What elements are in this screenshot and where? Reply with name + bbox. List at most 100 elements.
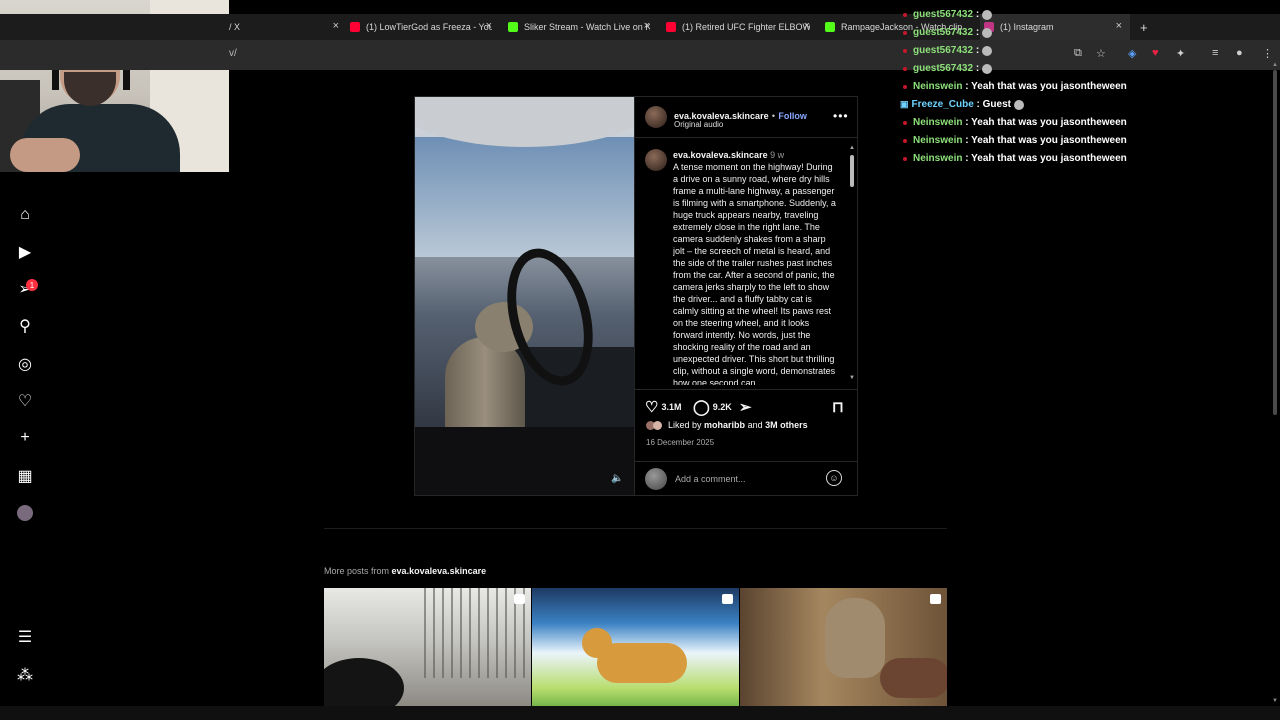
scroll-down-icon[interactable]: ▼ [849,375,855,381]
chat-username: Neinswein [913,81,963,92]
chat-username: Neinswein [913,153,963,164]
divider [324,528,947,529]
close-tab-icon[interactable]: × [486,20,492,32]
post-thumbnail[interactable] [740,588,947,706]
dashboard-icon[interactable]: ▦ [16,467,34,485]
tab-kick-sliker[interactable]: Sliker Stream - Watch Live on K × [508,14,650,40]
close-tab-icon[interactable]: × [644,20,650,32]
emote-icon [982,63,993,74]
thumbnail-hand [880,658,947,698]
share-button[interactable]: ➢ [739,398,755,416]
chat-text: : [975,45,980,56]
badge-icon: ▣ [900,99,909,109]
browser-menu-icon[interactable]: ⋮ [1262,47,1273,60]
tab-title: (1) Instagram [1000,22,1054,32]
caption-scrollbar[interactable]: ▲ ▼ [848,145,856,383]
liked-by-and: and [747,420,763,430]
chat-message: guest567432 : [900,9,993,20]
chat-message: guest567432 : [900,45,993,56]
chat-message: Neinswein : Yeah that was you jasonthewe… [900,117,1127,128]
chat-message: Neinswein : Yeah that was you jasonthewe… [900,81,1127,92]
caption-author-avatar[interactable] [645,149,667,171]
chat-username: Freeze_Cube [911,99,974,110]
bookmark-star-icon[interactable]: ☆ [1096,47,1106,60]
menu-icon[interactable]: ☰ [16,628,34,646]
save-button[interactable]: ⊓ [832,398,847,416]
emoji-icon[interactable]: ☺ [826,470,842,486]
close-tab-icon[interactable]: × [804,20,810,32]
tab-x[interactable]: / X × [229,14,339,40]
audio-icon[interactable]: 🔈 [611,473,623,485]
like-button[interactable]: ♡ 3.1M [645,398,681,416]
extension-icon[interactable]: ◈ [1128,47,1136,60]
extension-icon[interactable]: ♥ [1152,47,1159,59]
emote-icon [982,9,993,20]
liked-by: Liked by moharibb and 3M others [646,420,808,430]
kick-icon [508,22,518,32]
address-bar: v/ ⧉ ☆ ◈ ♥ ✦ ≡ ● ⋮ [0,40,1280,70]
heart-icon: ♡ [645,399,659,416]
install-app-icon[interactable]: ⧉ [1074,47,1082,60]
liked-by-others[interactable]: 3M others [765,420,808,430]
thumbnail-dark-animal [324,658,404,706]
caption: eva.kovaleva.skincare 9 w A tense moment… [673,149,839,385]
badge-icon [903,120,907,125]
badge-icon [903,138,907,143]
heart-icon[interactable]: ♡ [16,392,34,410]
caption-username[interactable]: eva.kovaleva.skincare [673,150,768,160]
chat-username: Neinswein [913,117,963,128]
post-thumbnail[interactable] [324,588,531,706]
video-window-sky [415,137,634,257]
search-icon[interactable]: ⚲ [16,317,34,335]
scroll-up-icon[interactable]: ▲ [849,145,855,151]
tab-youtube-lowtiergod[interactable]: (1) LowTierGod as Freeza - You × [350,14,492,40]
more-posts-author[interactable]: eva.kovaleva.skincare [392,566,487,576]
scroll-thumb[interactable] [850,155,854,187]
chat-text: : Guest [976,99,1011,110]
chat-text: : [975,9,980,20]
chat-text: : Yeah that was you jasontheween [965,153,1127,164]
more-options-icon[interactable]: ••• [833,109,849,123]
scroll-down-icon[interactable]: ▼ [1272,698,1278,704]
reels-icon[interactable]: ▶ [16,243,34,261]
caption-text: A tense moment on the highway! During a … [673,162,836,385]
new-tab-button[interactable]: + [1140,14,1152,40]
profile-icon[interactable]: ● [1236,47,1243,59]
post-sidebar: eva.kovaleva.skincare • Follow Original … [634,97,858,495]
extensions-puzzle-icon[interactable]: ✦ [1176,47,1185,60]
home-icon[interactable]: ⌂ [16,206,34,224]
tab-youtube-ufc[interactable]: (1) Retired UFC Fighter ELBOW × [666,14,810,40]
follow-button[interactable]: Follow [778,111,807,121]
chat-text: : [975,27,980,38]
scroll-up-icon[interactable]: ▲ [1272,62,1278,68]
separator-dot: • [771,111,776,121]
url-text[interactable]: v/ [229,48,237,59]
profile-avatar-icon[interactable] [16,504,34,522]
audio-label[interactable]: Original audio [674,120,723,129]
youtube-icon [350,22,360,32]
also-from-meta-icon[interactable]: ⁂ [16,666,34,684]
media-control-icon[interactable]: ≡ [1212,47,1218,59]
video-seat [415,427,634,495]
close-tab-icon[interactable]: × [333,20,339,32]
post-thumbnail[interactable] [532,588,739,706]
liked-by-user[interactable]: moharibb [704,420,745,430]
page-scroll-thumb[interactable] [1273,70,1277,415]
author-avatar[interactable] [645,106,667,128]
create-icon[interactable]: + [16,429,34,447]
tab-title: / X [229,22,241,32]
post-video[interactable]: 🔈 [415,97,634,495]
comment-input[interactable]: Add a comment... [675,474,746,484]
chat-text: : Yeah that was you jasontheween [965,117,1127,128]
browser-tab-bar: / X × (1) LowTierGod as Freeza - You × S… [0,14,1280,40]
chat-username: guest567432 [913,27,974,38]
comment-icon: ◯ [693,399,710,416]
tab-instagram[interactable]: (1) Instagram × [980,14,1130,40]
comment-button[interactable]: ◯ 9.2K [693,398,732,416]
thumbnail-kitten [825,598,885,678]
explore-icon[interactable]: ◎ [16,355,34,373]
chat-text: : Yeah that was you jasontheween [965,135,1127,146]
liked-by-prefix: Liked by [668,420,702,430]
close-tab-icon[interactable]: × [1116,20,1122,32]
page-scrollbar[interactable]: ▲ ▼ [1272,62,1278,710]
